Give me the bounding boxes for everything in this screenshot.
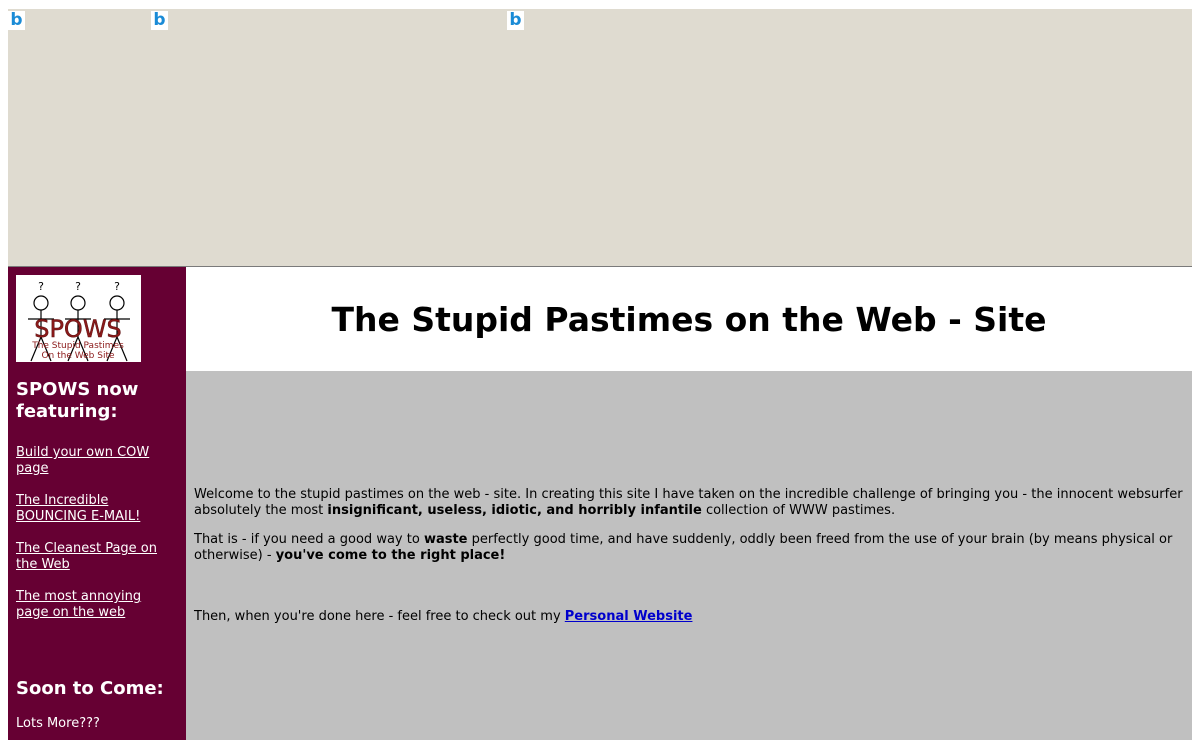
waste-paragraph: That is - if you need a good way to wast…	[194, 532, 1184, 564]
stick-figures-logo: ? ? ? SPOWS The Stupid Pastimes On the W…	[28, 280, 130, 362]
bing-icon-glyph: b	[153, 10, 166, 30]
link-bouncing-email[interactable]: The Incredible BOUNCING E-MAIL!	[16, 493, 176, 525]
page-header: The Stupid Pastimes on the Web - Site	[186, 267, 1192, 371]
svg-text:The Stupid Pastimes: The Stupid Pastimes	[31, 341, 124, 351]
sidebar-heading: SPOWS now featuring:	[16, 379, 139, 422]
link-most-annoying-page[interactable]: The most annoying page on the web	[16, 589, 176, 621]
soon-text: Lots More???	[16, 716, 100, 731]
waste-text: That is - if you need a good way to	[194, 532, 424, 547]
intro-paragraph: Welcome to the stupid pastimes on the we…	[194, 487, 1184, 519]
intro-text-end: collection of WWW pastimes.	[701, 503, 896, 518]
link-cleanest-page[interactable]: The Cleanest Page on the Web	[16, 541, 176, 573]
spows-logo: ? ? ? SPOWS The Stupid Pastimes On the W…	[16, 275, 141, 362]
personal-text: Then, when you're done here - feel free …	[194, 609, 565, 624]
ad-banner[interactable]: b b b	[8, 9, 1192, 267]
page-title: The Stupid Pastimes on the Web - Site	[331, 299, 1047, 339]
intro-bold: insignificant, useless, idiotic, and hor…	[327, 503, 702, 518]
link-build-cow-page[interactable]: Build your own COW page	[16, 445, 176, 477]
svg-text:?: ?	[75, 280, 81, 293]
personal-website-link[interactable]: Personal Website	[565, 609, 693, 624]
bing-icon[interactable]: b	[151, 11, 168, 30]
soon-heading: Soon to Come:	[16, 678, 164, 699]
waste-bold: waste	[423, 532, 468, 547]
main-content: Welcome to the stupid pastimes on the we…	[186, 371, 1192, 740]
personal-paragraph: Then, when you're done here - feel free …	[194, 609, 1184, 625]
bing-icon-glyph: b	[509, 10, 522, 30]
bing-icon[interactable]: b	[507, 11, 524, 30]
svg-text:SPOWS: SPOWS	[34, 315, 122, 343]
bing-icon[interactable]: b	[8, 11, 25, 30]
sidebar: ? ? ? SPOWS The Stupid Pastimes On the W…	[8, 267, 186, 740]
svg-text:On the Web Site: On the Web Site	[41, 351, 115, 361]
bing-icon-glyph: b	[10, 10, 23, 30]
svg-text:?: ?	[38, 280, 44, 293]
svg-text:?: ?	[114, 280, 120, 293]
right-place-bold: you've come to the right place!	[275, 548, 506, 563]
